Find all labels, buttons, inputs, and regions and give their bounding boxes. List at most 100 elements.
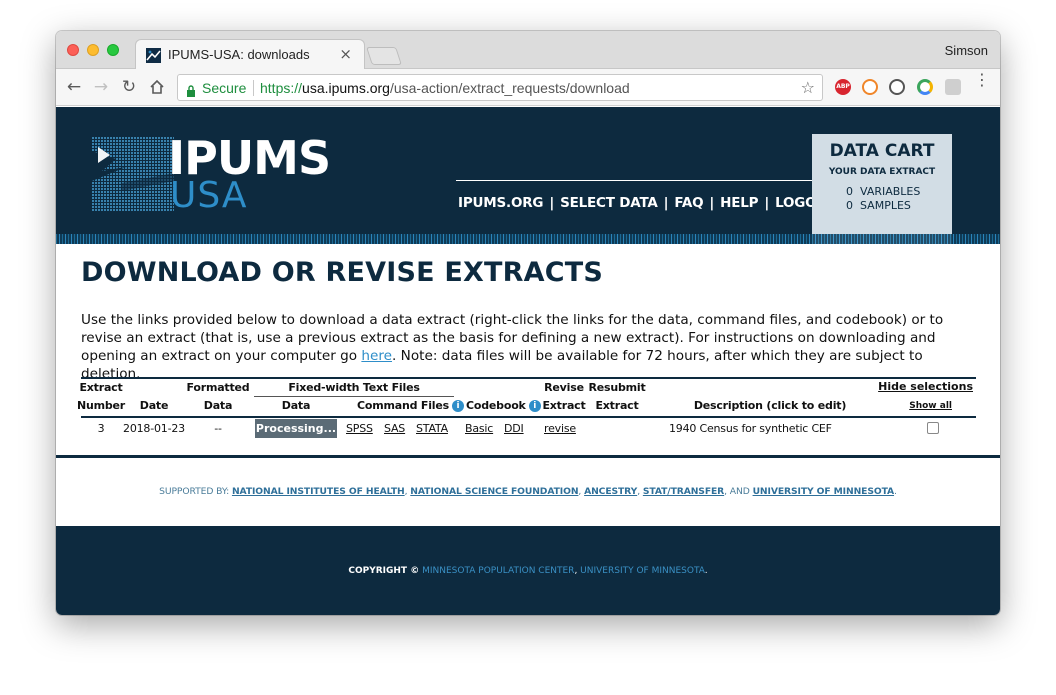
revise-link[interactable]: revise	[544, 422, 576, 435]
url-scheme: https://	[260, 80, 303, 96]
codebook-basic-link[interactable]: Basic	[465, 422, 493, 435]
minimize-window-button[interactable]	[87, 44, 99, 56]
col-command-files-header: Command Files i	[357, 399, 464, 412]
tab-close-icon[interactable]: ×	[339, 45, 352, 63]
browser-menu-icon[interactable]: ⋮	[974, 72, 990, 88]
fixed-width-rule	[254, 396, 454, 397]
nih-link[interactable]: NATIONAL INSTITUTES OF HEALTH	[232, 486, 405, 497]
close-window-button[interactable]	[67, 44, 79, 56]
browser-tab[interactable]: IPUMS-USA: downloads ×	[135, 39, 365, 70]
spss-link-text[interactable]: SPSS	[346, 422, 373, 435]
stat-transfer-link[interactable]: STAT/TRANSFER	[643, 486, 724, 497]
omnibox-divider	[253, 80, 254, 96]
back-arrow-icon[interactable]: ←	[64, 77, 84, 97]
col-formatted-header: Formatted	[186, 381, 250, 394]
col-date-header: Date	[139, 399, 169, 412]
adblock-plus-icon[interactable]: ABP	[835, 79, 851, 95]
site-footer: COPYRIGHT © MINNESOTA POPULATION CENTER,…	[56, 526, 1000, 615]
umn-copyright-link[interactable]: UNIVERSITY OF MINNESOTA	[580, 566, 705, 576]
col-revise-extract-header: Extract	[542, 399, 586, 412]
title-bar: IPUMS-USA: downloads × Simson	[56, 31, 1000, 70]
sas-link-text[interactable]: SAS	[384, 422, 405, 435]
extension-chart-icon[interactable]	[917, 79, 933, 95]
zoom-window-button[interactable]	[107, 44, 119, 56]
nsf-link[interactable]: NATIONAL SCIENCE FOUNDATION	[410, 486, 578, 497]
and-text: , AND	[724, 486, 750, 497]
reload-icon[interactable]: ↻	[119, 77, 139, 97]
umn-link[interactable]: UNIVERSITY OF MINNESOTA	[753, 486, 895, 497]
mpc-link[interactable]: MINNESOTA POPULATION CENTER	[422, 566, 574, 576]
nav-separator: |	[549, 195, 555, 211]
secure-label: Secure	[202, 80, 247, 96]
data-cart[interactable]: DATA CART YOUR DATA EXTRACT 0 VARIABLES 0…	[812, 134, 952, 244]
header-data-strip	[56, 234, 1000, 244]
copyright: COPYRIGHT © MINNESOTA POPULATION CENTER,…	[348, 566, 708, 576]
extension-info-icon[interactable]	[889, 79, 905, 95]
page-title: DOWNLOAD OR REVISE EXTRACTS	[81, 257, 603, 288]
col-fixed-width-header: Fixed-width Text Files	[288, 381, 420, 394]
sas-link[interactable]: SAS	[384, 422, 405, 435]
extract-number: 3	[97, 422, 105, 435]
ipums-flag-logo-icon	[92, 137, 174, 212]
bookmark-star-icon[interactable]: ☆	[801, 78, 815, 97]
supported-by: SUPPORTED BY: NATIONAL INSTITUTES OF HEA…	[159, 486, 897, 497]
home-icon[interactable]	[147, 77, 167, 97]
extension-gray-icon[interactable]	[945, 79, 961, 95]
logo-usa-text[interactable]: USA	[170, 175, 248, 216]
nav-ipums-org[interactable]: IPUMS.ORG	[458, 195, 544, 211]
table-header-rule	[81, 416, 976, 418]
table-top-rule	[81, 377, 976, 379]
lock-icon	[186, 82, 196, 97]
col-formatted-data-header: Data	[203, 399, 233, 412]
new-tab-button[interactable]	[366, 47, 402, 65]
intro-paragraph: Use the links provided below to download…	[81, 311, 981, 383]
revise-link-text[interactable]: revise	[544, 422, 576, 435]
extract-select-checkbox[interactable]	[927, 422, 939, 434]
cart-variables-count: 0	[846, 185, 853, 198]
copyright-prefix: COPYRIGHT ©	[348, 566, 420, 576]
col-fw-data-header: Data	[281, 399, 311, 412]
show-all-link[interactable]: Show all	[909, 401, 952, 411]
hide-selections-link[interactable]: Hide selections	[878, 380, 973, 393]
nav-separator: |	[709, 195, 715, 211]
address-bar[interactable]: Secure https://usa.ipums.org/usa-action/…	[177, 74, 823, 101]
command-files-label: Command Files	[357, 399, 449, 412]
url-host: usa.ipums.org	[302, 80, 390, 96]
command-files-info-icon[interactable]: i	[451, 400, 464, 412]
codebook-label: Codebook	[466, 399, 526, 412]
url-text[interactable]: https://usa.ipums.org/usa-action/extract…	[260, 80, 630, 96]
cart-variables-label: VARIABLES	[860, 185, 921, 198]
col-resubmit-extract-header: Extract	[595, 399, 639, 412]
forward-arrow-icon[interactable]: →	[91, 77, 111, 97]
stata-link[interactable]: STATA	[416, 422, 448, 435]
formatted-data-value: --	[214, 422, 222, 435]
stata-link-text[interactable]: STATA	[416, 422, 448, 435]
ancestry-link[interactable]: ANCESTRY	[584, 486, 637, 497]
codebook-info-icon[interactable]: i	[528, 400, 541, 412]
profile-name[interactable]: Simson	[945, 43, 988, 58]
extension-b-icon[interactable]	[862, 79, 878, 95]
spss-link[interactable]: SPSS	[346, 422, 373, 435]
instructions-link[interactable]: here	[361, 348, 392, 364]
extracts-table: Extract Number Date Formatted Data Fixed…	[77, 377, 976, 442]
cart-subtitle: YOUR DATA EXTRACT	[828, 167, 936, 177]
codebook-ddi-link[interactable]: DDI	[504, 422, 524, 435]
col-extract-header: Extract	[79, 381, 123, 394]
processing-status-badge: Processing...	[255, 419, 337, 438]
cart-samples-label: SAMPLES	[860, 199, 911, 212]
codebook-basic-text[interactable]: Basic	[465, 422, 493, 435]
col-number-header: Number	[76, 399, 126, 412]
extract-description[interactable]: 1940 Census for synthetic CEF	[669, 422, 832, 435]
nav-divider	[456, 180, 812, 181]
supported-by-label: SUPPORTED BY:	[159, 486, 230, 497]
nav-separator: |	[764, 195, 770, 211]
col-description-header: Description (click to edit)	[693, 399, 847, 412]
nav-select-data[interactable]: SELECT DATA	[560, 195, 658, 211]
cart-title: DATA CART	[829, 141, 935, 161]
codebook-ddi-text[interactable]: DDI	[504, 422, 524, 435]
col-codebook-header: Codebook i	[466, 399, 541, 412]
nav-faq[interactable]: FAQ	[674, 195, 703, 211]
col-revise-header: Revise	[544, 381, 584, 394]
top-navigation: IPUMS.ORG | SELECT DATA | FAQ | HELP | LOGOUT	[458, 195, 836, 211]
nav-help[interactable]: HELP	[720, 195, 758, 211]
